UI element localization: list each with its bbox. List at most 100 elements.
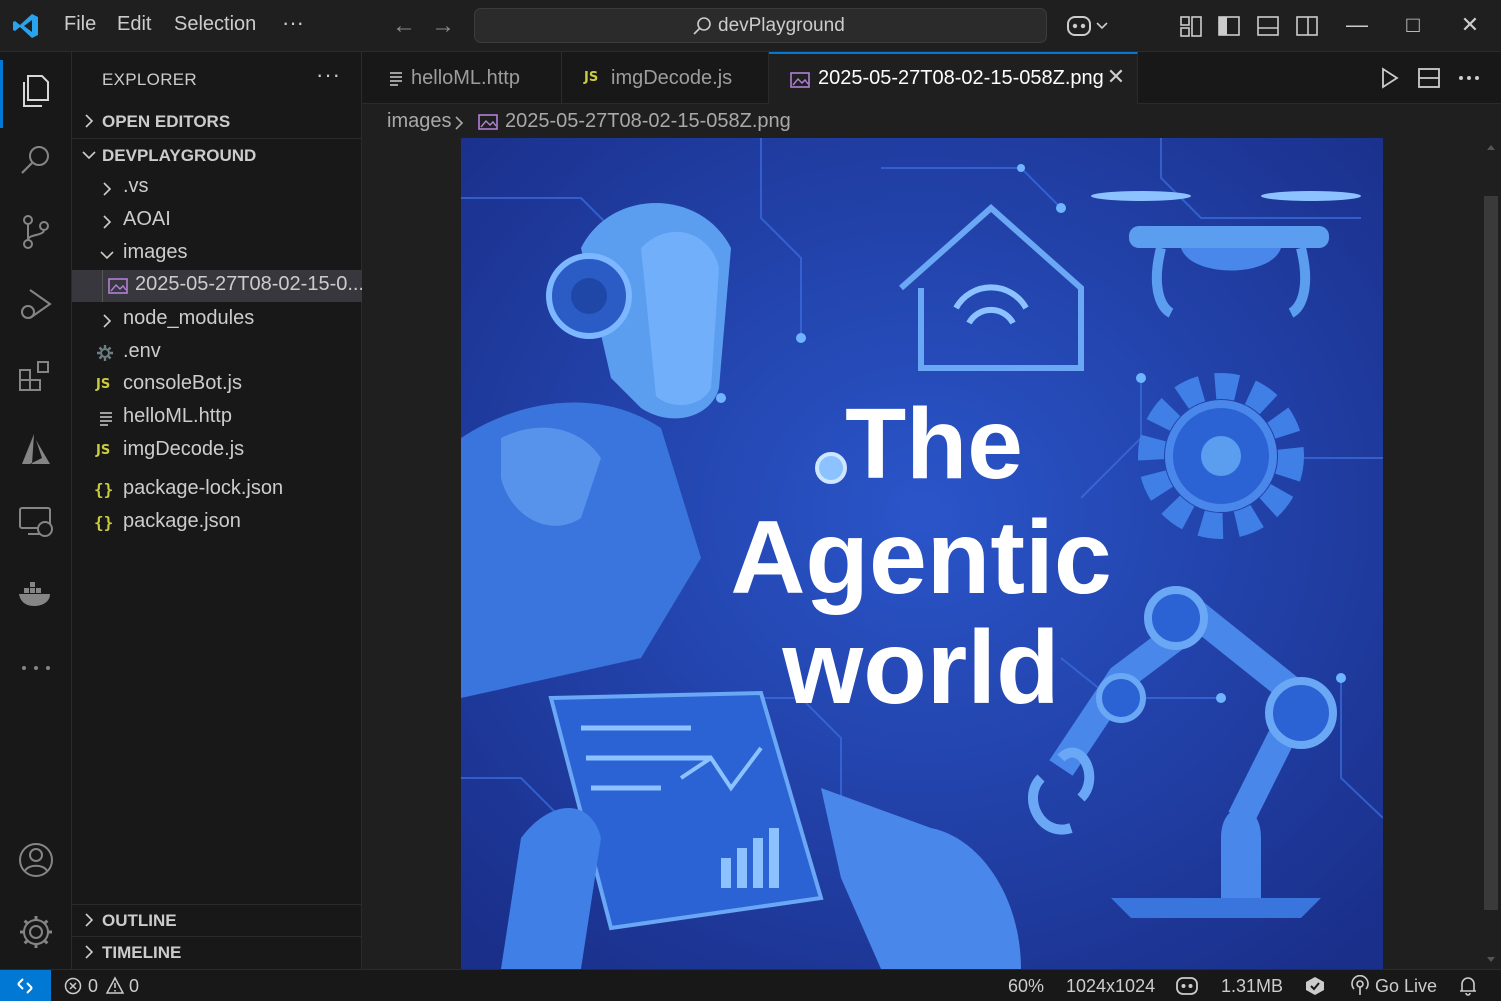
section-label: TIMELINE <box>102 943 182 962</box>
tree-file-helloml[interactable]: helloML.http <box>72 402 362 434</box>
indent-guide <box>102 270 103 302</box>
tree-file-consolebot[interactable]: JS consoleBot.js <box>72 369 362 401</box>
tree-label: package.json <box>123 510 241 532</box>
editor-tab-bar: helloML.http JS imgDecode.js 2025-05-27T… <box>362 52 1501 105</box>
open-editors-section[interactable]: OPEN EDITORS <box>72 106 362 139</box>
source-control-icon[interactable] <box>16 212 56 252</box>
image-title-line-2: Agentic <box>730 500 1111 616</box>
js-file-icon: JS <box>96 377 111 392</box>
search-icon[interactable] <box>16 140 56 180</box>
chevron-right-icon <box>85 913 94 927</box>
docker-icon[interactable] <box>16 574 56 614</box>
explorer-icon[interactable] <box>16 70 56 110</box>
tree-folder-images[interactable]: images <box>72 238 362 270</box>
outline-section[interactable]: OUTLINE <box>72 904 362 937</box>
split-editor-icon[interactable] <box>1415 64 1443 92</box>
azure-icon[interactable] <box>16 430 56 470</box>
chevron-right-icon <box>103 314 112 328</box>
explorer-more-button[interactable]: ··· <box>316 62 341 88</box>
chevron-right-icon <box>103 182 112 196</box>
tree-label: imgDecode.js <box>123 438 245 460</box>
error-count[interactable]: 0 <box>88 976 98 997</box>
remote-indicator-button[interactable] <box>0 970 51 1001</box>
search-icon <box>693 17 711 35</box>
copilot-status-icon[interactable] <box>1175 975 1199 997</box>
toggle-panel-icon[interactable] <box>1255 13 1281 39</box>
vscode-logo-icon[interactable] <box>12 12 40 40</box>
tab-helloml[interactable]: helloML.http <box>362 52 562 104</box>
tree-label: helloML.http <box>123 405 232 427</box>
active-indicator <box>0 60 3 128</box>
chevron-right-icon <box>455 116 464 130</box>
settings-gear-icon[interactable] <box>16 912 56 952</box>
warning-count[interactable]: 0 <box>129 976 139 997</box>
tree-file-package-lock[interactable]: {} package-lock.json <box>72 474 362 506</box>
more-actions-icon[interactable] <box>1455 64 1483 92</box>
breadcrumb-file[interactable]: 2025-05-27T08-02-15-058Z.png <box>505 110 791 133</box>
tree-file-package[interactable]: {} package.json <box>72 507 362 539</box>
tree-folder-node-modules[interactable]: node_modules <box>72 304 362 336</box>
project-section[interactable]: DEVPLAYGROUND <box>72 140 362 173</box>
menu-selection[interactable]: Selection <box>174 13 256 36</box>
tab-image-active[interactable]: 2025-05-27T08-02-15-058Z.png ✕ <box>769 52 1138 105</box>
image-preview[interactable]: The Agentic world <box>461 138 1383 969</box>
bell-icon[interactable] <box>1458 975 1478 997</box>
maximize-button[interactable]: □ <box>1398 10 1428 40</box>
lines-file-icon <box>390 72 402 86</box>
copilot-icon[interactable] <box>1066 13 1110 39</box>
close-window-button[interactable]: ✕ <box>1455 10 1485 40</box>
section-label: OPEN EDITORS <box>102 112 231 131</box>
tree-label: 2025-05-27T08-02-15-0... <box>135 273 365 295</box>
braces-file-icon: {} <box>94 513 114 532</box>
title-bar: File Edit Selection ··· ← → devPlaygroun… <box>0 0 1501 52</box>
search-text: devPlayground <box>718 15 845 36</box>
sidebar-title: EXPLORER <box>102 70 197 89</box>
image-filesize: 1.31MB <box>1221 976 1284 996</box>
menu-edit[interactable]: Edit <box>117 13 151 36</box>
forward-arrow-icon[interactable]: → <box>430 12 456 40</box>
agentic-world-illustration: The Agentic world <box>461 138 1383 969</box>
timeline-section[interactable]: TIMELINE <box>72 936 362 969</box>
accounts-icon[interactable] <box>16 840 56 880</box>
extension-status-icon[interactable] <box>1304 975 1326 997</box>
remote-explorer-icon[interactable] <box>16 502 56 542</box>
tree-label: .vs <box>123 175 149 197</box>
extensions-icon[interactable] <box>16 356 56 396</box>
braces-file-icon: {} <box>94 480 114 499</box>
chevron-down-icon <box>100 251 114 260</box>
more-views-icon[interactable] <box>16 648 56 688</box>
zoom-level[interactable]: 60% <box>1008 976 1044 997</box>
explorer-sidebar: EXPLORER ··· OPEN EDITORS DEVPLAYGROUND … <box>72 52 365 969</box>
tree-file-imgdecode[interactable]: JS imgDecode.js <box>72 435 362 467</box>
image-file-icon <box>108 278 128 294</box>
tab-imgdecode[interactable]: JS imgDecode.js <box>562 52 769 104</box>
close-tab-icon[interactable]: ✕ <box>1105 66 1127 88</box>
tree-label: consoleBot.js <box>123 372 242 394</box>
scrollbar-thumb[interactable] <box>1484 196 1498 910</box>
warning-icon <box>105 976 125 994</box>
tree-file-image-selected[interactable]: 2025-05-27T08-02-15-0... <box>72 270 365 302</box>
chevron-down-icon <box>82 151 96 160</box>
toggle-primary-sidebar-icon[interactable] <box>1216 13 1242 39</box>
menu-more-button[interactable]: ··· <box>282 10 304 36</box>
run-icon[interactable] <box>1375 64 1403 92</box>
back-arrow-icon[interactable]: ← <box>391 12 417 40</box>
command-center-search[interactable]: devPlayground <box>474 8 1047 43</box>
status-bar: 0 0 60% 1024x1024 1.31MB Go Live <box>0 969 1501 1001</box>
tree-file-env[interactable]: .env <box>72 337 362 369</box>
tab-label: 2025-05-27T08-02-15-058Z.png <box>818 67 1104 89</box>
tree-label: images <box>123 241 188 263</box>
js-file-icon: JS <box>96 443 111 458</box>
customize-layout-icon[interactable] <box>1178 13 1204 39</box>
tree-folder-vs[interactable]: .vs <box>72 172 362 204</box>
chevron-right-icon <box>85 945 94 959</box>
run-debug-icon[interactable] <box>16 284 56 324</box>
minimize-button[interactable]: — <box>1342 10 1372 40</box>
toggle-secondary-sidebar-icon[interactable] <box>1294 13 1320 39</box>
broadcast-icon <box>1351 975 1369 995</box>
breadcrumb: images 2025-05-27T08-02-15-058Z.png <box>362 104 1501 138</box>
menu-file[interactable]: File <box>64 13 96 36</box>
tree-folder-aoai[interactable]: AOAI <box>72 205 362 237</box>
go-live-button[interactable]: Go Live <box>1375 976 1437 997</box>
breadcrumb-folder[interactable]: images <box>387 110 451 133</box>
